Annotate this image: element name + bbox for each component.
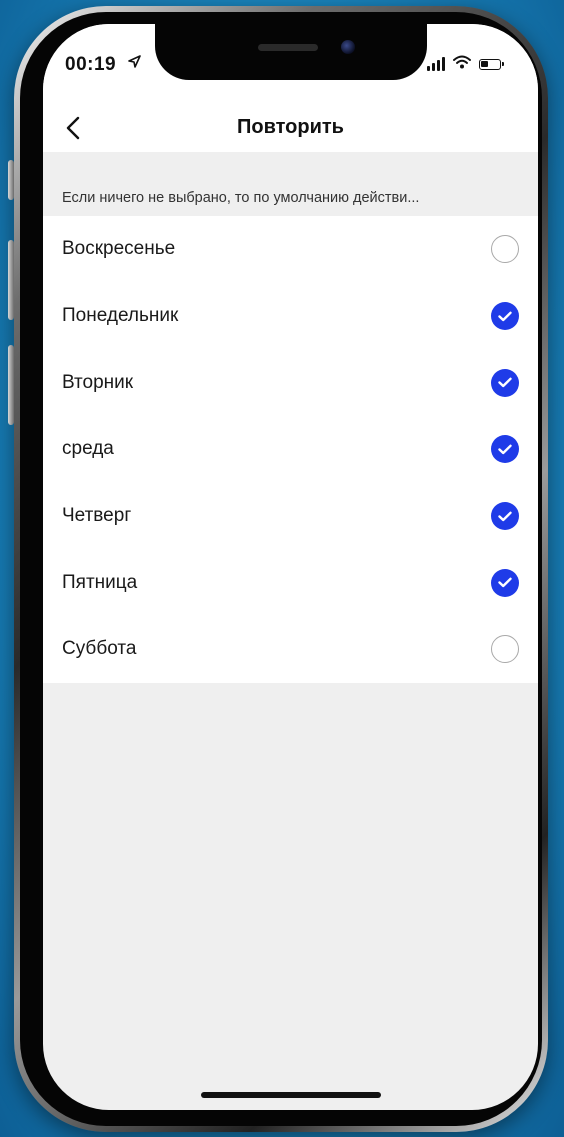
checkbox-icon[interactable] [491,368,519,397]
day-label: Воскресенье [62,238,176,260]
navigation-bar: Повторить [43,104,538,152]
day-label: Пятница [62,571,138,593]
day-row-sunday[interactable]: Воскресенье [43,216,538,283]
battery-icon [479,58,504,70]
checkbox-icon[interactable] [491,235,519,264]
status-icons [427,55,504,74]
day-label: Вторник [62,371,134,393]
day-label: среда [62,438,114,460]
day-row-monday[interactable]: Понедельник [43,283,538,350]
checkmark-icon [498,511,512,521]
checkmark-icon [498,444,512,455]
status-time: 00:19 [65,54,117,75]
day-label: Суббота [62,638,137,660]
notch [155,24,427,80]
day-row-saturday[interactable]: Суббота [43,616,538,683]
home-indicator[interactable] [201,1092,381,1098]
signal-icon [427,57,445,71]
phone-screen: 00:19 Повторить Если ничего не выбрано, … [43,24,538,1110]
day-list: Воскресенье Понедельник Вторник среда Че… [43,216,538,683]
checkmark-icon [498,377,512,388]
silent-switch [8,160,14,200]
checkmark-icon [498,311,512,321]
checkbox-icon[interactable] [491,502,519,531]
hint-text: Если ничего не выбрано, то по умолчанию … [62,190,420,206]
earpiece-speaker [258,44,318,51]
page-title: Повторить [237,116,344,138]
checkmark-icon [498,577,512,588]
location-arrow-icon [128,55,141,71]
day-row-friday[interactable]: Пятница [43,549,538,616]
checkbox-icon[interactable] [491,635,519,664]
hint-section: Если ничего не выбрано, то по умолчанию … [43,152,538,216]
checkbox-icon[interactable] [491,568,519,597]
volume-up-button [8,240,14,320]
volume-down-button [8,345,14,425]
wifi-icon [453,55,471,74]
day-label: Четверг [62,505,132,527]
checkbox-icon[interactable] [491,435,519,464]
checkbox-icon[interactable] [491,302,519,331]
front-camera [341,40,355,54]
day-row-wednesday[interactable]: среда [43,416,538,483]
day-label: Понедельник [62,305,179,327]
day-row-thursday[interactable]: Четверг [43,483,538,550]
day-row-tuesday[interactable]: Вторник [43,349,538,416]
